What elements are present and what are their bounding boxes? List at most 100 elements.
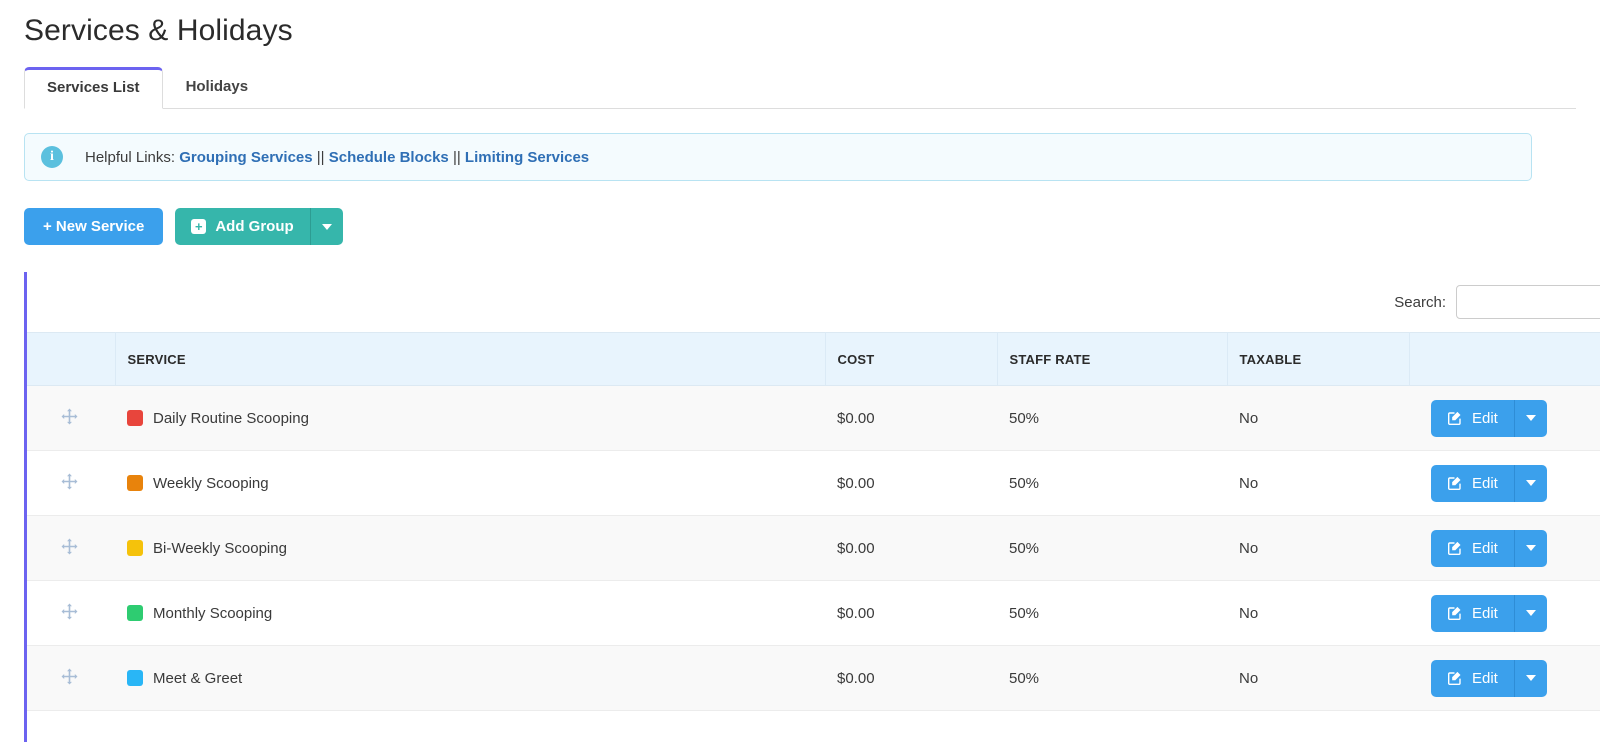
cell-service: Daily Routine Scooping [115, 385, 825, 451]
services-table-card: Search: SERVICE COST STAFF RATE TAXABLE … [24, 272, 1600, 742]
link-limiting-services[interactable]: Limiting Services [465, 149, 589, 166]
edit-button[interactable]: Edit [1431, 464, 1514, 502]
service-name: Monthly Scooping [153, 604, 273, 622]
edit-dropdown-toggle[interactable] [1513, 399, 1547, 437]
cell-taxable: No [1227, 515, 1409, 581]
table-body: Daily Routine Scooping $0.00 50% No Edit Week… [27, 385, 1600, 711]
cell-actions: Edit [1409, 450, 1600, 516]
services-table: SERVICE COST STAFF RATE TAXABLE Daily Ro… [27, 332, 1600, 711]
cell-service: Meet & Greet [115, 645, 825, 711]
pencil-square-icon [1447, 410, 1463, 426]
pencil-square-icon [1447, 605, 1463, 621]
info-circle-icon: i [41, 146, 63, 168]
caret-down-icon [1525, 545, 1536, 551]
pencil-square-icon [1447, 540, 1463, 556]
drag-move-icon[interactable] [61, 538, 78, 558]
drag-move-icon[interactable] [61, 473, 78, 493]
table-row: Monthly Scooping $0.00 50% No Edit [27, 580, 1600, 646]
column-header-cost[interactable]: COST [825, 332, 998, 386]
row-handle-cell [27, 580, 115, 646]
table-row: Meet & Greet $0.00 50% No Edit [27, 645, 1600, 711]
cell-actions: Edit [1409, 385, 1600, 451]
edit-dropdown-toggle[interactable] [1513, 529, 1547, 567]
edit-split-button: Edit [1431, 594, 1600, 632]
row-handle-cell [27, 515, 115, 581]
cell-actions: Edit [1409, 645, 1600, 711]
services-holidays-page: Services & Holidays Services List Holida… [0, 0, 1600, 744]
plus-square-icon: + [191, 219, 207, 234]
new-service-button[interactable]: + New Service [24, 208, 164, 245]
tab-bar: Services List Holidays [24, 66, 1576, 109]
cell-cost: $0.00 [825, 515, 997, 581]
caret-down-icon [321, 223, 332, 230]
edit-dropdown-toggle[interactable] [1513, 594, 1547, 632]
cell-staff-rate: 50% [997, 515, 1227, 581]
add-group-dropdown-toggle[interactable] [309, 208, 343, 245]
cell-actions: Edit [1409, 515, 1600, 581]
table-header-row: SERVICE COST STAFF RATE TAXABLE [27, 332, 1600, 386]
add-group-split-button: + Add Group [175, 208, 343, 245]
edit-dropdown-toggle[interactable] [1513, 659, 1547, 697]
pencil-square-icon [1447, 670, 1463, 686]
helpful-links-text: Helpful Links: Grouping Services || Sche… [85, 149, 589, 166]
link-grouping-services[interactable]: Grouping Services [179, 149, 312, 166]
cell-staff-rate: 50% [997, 645, 1227, 711]
cell-taxable: No [1227, 645, 1409, 711]
column-header-actions [1409, 332, 1600, 386]
edit-dropdown-toggle[interactable] [1513, 464, 1547, 502]
edit-button-label: Edit [1472, 474, 1498, 492]
edit-split-button: Edit [1431, 464, 1600, 502]
column-header-handle [27, 332, 116, 386]
drag-move-icon[interactable] [61, 603, 78, 623]
cell-actions: Edit [1409, 580, 1600, 646]
edit-button[interactable]: Edit [1431, 529, 1514, 567]
tab-holidays-label: Holidays [185, 78, 249, 95]
table-toolbar: Search: [27, 272, 1600, 332]
tab-services-list[interactable]: Services List [24, 67, 163, 109]
helpful-links-prefix: Helpful Links: [85, 148, 176, 166]
search-input[interactable] [1456, 285, 1600, 319]
drag-move-icon[interactable] [61, 668, 78, 688]
caret-down-icon [1525, 480, 1536, 486]
table-row: Weekly Scooping $0.00 50% No Edit [27, 450, 1600, 516]
column-header-service[interactable]: SERVICE [115, 332, 826, 386]
link-schedule-blocks[interactable]: Schedule Blocks [329, 149, 449, 166]
helpful-links-banner: i Helpful Links: Grouping Services || Sc… [24, 133, 1532, 181]
row-handle-cell [27, 385, 115, 451]
edit-button-label: Edit [1472, 409, 1498, 427]
edit-split-button: Edit [1431, 399, 1600, 437]
link-separator-2: || [452, 148, 461, 166]
service-name: Weekly Scooping [153, 474, 269, 492]
column-header-staff-rate[interactable]: STAFF RATE [997, 332, 1228, 386]
row-handle-cell [27, 645, 115, 711]
cell-taxable: No [1227, 580, 1409, 646]
page-title: Services & Holidays [24, 14, 293, 47]
search-label: Search: [1394, 293, 1446, 311]
cell-cost: $0.00 [825, 580, 997, 646]
service-name: Meet & Greet [153, 669, 243, 687]
pencil-square-icon [1447, 475, 1463, 491]
cell-taxable: No [1227, 450, 1409, 516]
table-row: Bi-Weekly Scooping $0.00 50% No Edit [27, 515, 1600, 581]
service-name: Bi-Weekly Scooping [153, 539, 287, 557]
service-name: Daily Routine Scooping [153, 409, 309, 427]
cell-cost: $0.00 [825, 450, 997, 516]
tab-services-list-label: Services List [47, 79, 140, 96]
drag-move-icon[interactable] [61, 408, 78, 428]
service-color-swatch [127, 669, 143, 686]
tab-holidays[interactable]: Holidays [163, 66, 272, 108]
column-header-taxable[interactable]: TAXABLE [1227, 332, 1410, 386]
edit-button[interactable]: Edit [1431, 659, 1514, 697]
edit-split-button: Edit [1431, 659, 1600, 697]
add-group-button[interactable]: + Add Group [175, 208, 310, 245]
search-area: Search: [1394, 285, 1600, 319]
edit-button-label: Edit [1472, 669, 1498, 687]
edit-button[interactable]: Edit [1431, 594, 1514, 632]
cell-taxable: No [1227, 385, 1409, 451]
caret-down-icon [1525, 610, 1536, 616]
cell-cost: $0.00 [825, 645, 997, 711]
cell-staff-rate: 50% [997, 385, 1227, 451]
cell-staff-rate: 50% [997, 580, 1227, 646]
edit-button[interactable]: Edit [1431, 399, 1514, 437]
service-color-swatch [127, 409, 143, 426]
